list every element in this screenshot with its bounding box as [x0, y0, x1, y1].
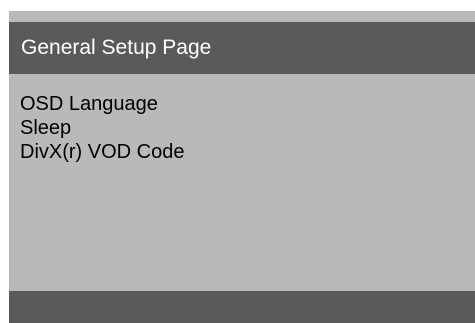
page-title: General Setup Page	[21, 36, 212, 59]
setup-menu-list: OSD Language Sleep DivX(r) VOD Code	[20, 92, 184, 164]
menu-item-divx-vod-code[interactable]: DivX(r) VOD Code	[20, 140, 184, 164]
menu-item-sleep[interactable]: Sleep	[20, 116, 184, 140]
menu-item-osd-language[interactable]: OSD Language	[20, 92, 184, 116]
setup-menu-screen: General Setup Page OSD Language Sleep Di…	[9, 11, 475, 323]
title-bar: General Setup Page	[9, 22, 475, 74]
footer-bar	[9, 291, 475, 323]
